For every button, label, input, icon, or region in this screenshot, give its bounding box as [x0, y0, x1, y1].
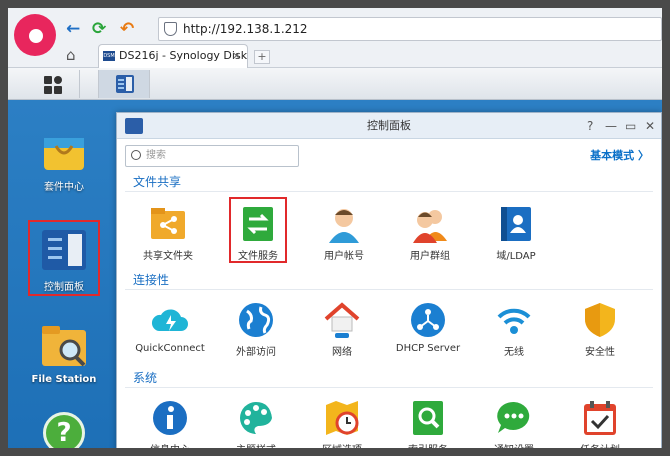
browser-logo-icon[interactable]	[14, 14, 56, 56]
desktop-icon-label: 套件中心	[44, 182, 84, 193]
item-network[interactable]: 网络	[301, 301, 383, 358]
chat-icon	[497, 401, 530, 433]
calendar-icon	[584, 401, 616, 435]
item-group[interactable]: 用户群组	[389, 205, 471, 262]
section-title-system: 系统	[133, 371, 158, 385]
item-label: 区域选项	[322, 445, 362, 456]
item-label: 外部访问	[236, 347, 276, 358]
item-shared-folder[interactable]: 共享文件夹	[127, 205, 209, 262]
search-icon	[131, 150, 141, 160]
tab-title: DS216j - Synology Disk	[119, 49, 248, 62]
item-label: 主题样式	[236, 445, 276, 456]
section-title-connectivity: 连接性	[133, 273, 170, 287]
share-folder-icon	[151, 208, 185, 239]
grid-icon	[54, 86, 62, 94]
item-label: 无线	[504, 347, 524, 358]
item-label: DHCP Server	[395, 343, 461, 354]
item-ldap[interactable]: 域/LDAP	[475, 205, 557, 262]
security-shield-icon	[164, 22, 177, 36]
search-input[interactable]: 搜索	[125, 145, 299, 167]
item-label: 用户帐号	[324, 251, 364, 262]
item-indexing-service[interactable]: 索引服务	[387, 399, 469, 456]
screen-frame: ← ⟳ ↶ http://192.138.1.212 ⌂ DSM DS216j …	[0, 0, 670, 456]
desktop-icon-file-station[interactable]: File Station	[24, 324, 104, 385]
control-panel-icon	[116, 75, 134, 93]
desktop-icon-label: File Station	[31, 374, 97, 385]
dsm-favicon-icon: DSM	[103, 51, 115, 61]
dhcp-icon	[411, 303, 445, 337]
item-user[interactable]: 用户帐号	[303, 205, 385, 262]
desktop-icon-package-center[interactable]: 套件中心	[24, 128, 104, 193]
ldap-icon	[501, 207, 531, 241]
item-regional-options[interactable]: 区域选项	[301, 399, 383, 456]
section-divider	[125, 289, 653, 290]
item-task-scheduler[interactable]: 任务计划	[559, 399, 641, 456]
desktop-icon-help[interactable]: ?	[24, 412, 104, 448]
browser-chrome: ← ⟳ ↶ http://192.138.1.212 ⌂ DSM DS216j …	[8, 8, 662, 68]
item-label: 用户群组	[410, 251, 450, 262]
window-titlebar[interactable]: 控制面板 ? — ▭ ✕	[117, 113, 661, 139]
item-quickconnect[interactable]: QuickConnect	[129, 301, 211, 354]
window-title: 控制面板	[367, 119, 411, 132]
search-doc-icon	[413, 401, 443, 435]
control-panel-window: 控制面板 ? — ▭ ✕ 搜索 基本模式 〉 文件共享 共享文件夹 文件服务 用…	[116, 112, 662, 456]
help-icon: ?	[43, 412, 85, 448]
shield-icon	[585, 303, 615, 337]
house-network-icon	[324, 302, 360, 338]
main-menu-button[interactable]	[28, 70, 80, 98]
item-label: 安全性	[585, 347, 615, 358]
close-icon[interactable]: ✕	[645, 113, 655, 139]
home-icon[interactable]: ⌂	[66, 46, 76, 64]
item-label: 共享文件夹	[143, 251, 193, 262]
help-icon[interactable]: ?	[587, 113, 593, 139]
item-info-center[interactable]: 信息中心	[129, 399, 211, 456]
section-title-file-sharing: 文件共享	[133, 175, 182, 189]
new-tab-button[interactable]: +	[254, 50, 270, 64]
grid-icon	[44, 76, 52, 84]
grid-icon	[44, 86, 52, 94]
item-notification[interactable]: 通知设置	[473, 399, 555, 456]
refresh-button[interactable]: ⟳	[92, 18, 106, 40]
tab-close-icon[interactable]: ×	[232, 45, 241, 67]
taskbar-control-panel[interactable]	[98, 70, 150, 98]
item-label: 域/LDAP	[496, 251, 536, 262]
item-label: QuickConnect	[135, 343, 205, 354]
browser-tab[interactable]: DSM DS216j - Synology Disk ×	[98, 44, 248, 68]
item-wireless[interactable]: 无线	[473, 301, 555, 358]
item-label: 通知设置	[494, 445, 534, 456]
user-icon	[329, 209, 359, 243]
highlight-box	[229, 197, 287, 263]
item-dhcp-server[interactable]: DHCP Server	[387, 301, 469, 354]
undo-button[interactable]: ↶	[120, 18, 134, 40]
highlight-box	[28, 220, 100, 296]
url-text: http://192.138.1.212	[183, 22, 308, 36]
info-icon	[153, 401, 187, 435]
maximize-icon[interactable]: ▭	[625, 113, 636, 139]
group-icon	[413, 210, 447, 243]
section-divider	[125, 191, 653, 192]
wifi-icon	[497, 308, 531, 334]
grid-icon	[54, 76, 62, 84]
item-label: 索引服务	[408, 445, 448, 456]
minimize-icon[interactable]: —	[605, 113, 617, 139]
address-bar[interactable]: http://192.138.1.212	[158, 17, 662, 41]
palette-icon	[240, 402, 272, 434]
item-external-access[interactable]: 外部访问	[215, 301, 297, 358]
basic-mode-link[interactable]: 基本模式 〉	[590, 147, 649, 163]
back-button[interactable]: ←	[66, 18, 80, 40]
shopping-bag-icon	[44, 138, 84, 170]
item-security[interactable]: 安全性	[559, 301, 641, 358]
item-label: 任务计划	[580, 445, 620, 456]
dsm-taskbar	[8, 68, 662, 100]
item-label: 网络	[332, 347, 352, 358]
clock-map-icon	[326, 401, 359, 435]
search-placeholder: 搜索	[146, 150, 166, 161]
cloud-icon	[151, 309, 188, 331]
folder-search-icon	[42, 326, 86, 367]
item-theme[interactable]: 主题样式	[215, 399, 297, 456]
item-label: 信息中心	[150, 445, 190, 456]
control-panel-icon	[125, 118, 143, 134]
globe-icon	[239, 303, 273, 337]
section-divider	[125, 387, 653, 388]
